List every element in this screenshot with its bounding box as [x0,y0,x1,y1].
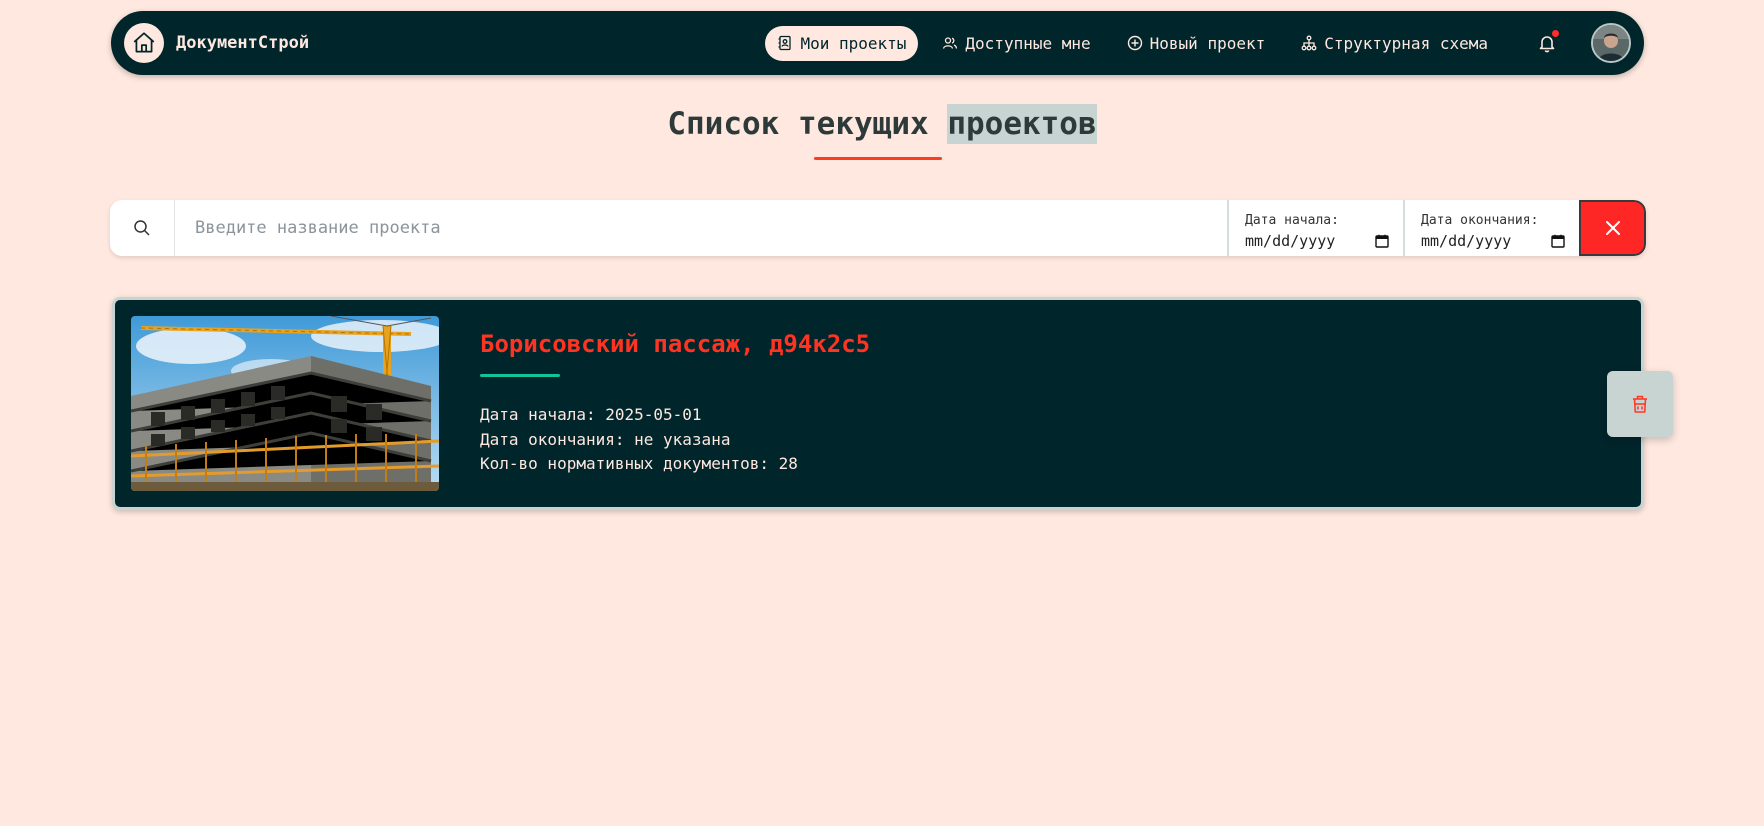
project-card[interactable]: Борисовский пассаж, д94к2с5 Дата начала:… [112,297,1644,510]
start-date-value: mm/dd/yyyy [1245,231,1336,250]
end-date-value: mm/dd/yyyy [1421,231,1512,250]
start-date-label: Дата начала: [1245,212,1339,228]
nav-item-new-project[interactable]: Новый проект [1115,26,1278,61]
project-start-date: Дата начала: 2025-05-01 [480,405,702,424]
page-title-text: Список текущих [667,106,929,142]
end-date-filter: Дата окончания: mm/dd/yyyy [1403,200,1579,256]
users-icon [943,37,958,49]
nav-item-my-projects[interactable]: Мои проекты [765,25,919,61]
page-title: Список текущих проектов [0,104,1764,144]
search-icon [110,200,175,256]
notifications-button[interactable] [1536,30,1559,54]
nav-item-label: Доступные мне [965,33,1091,53]
avatar[interactable] [1591,23,1631,63]
delete-project-button[interactable] [1607,371,1673,437]
main-nav: Мои проекты Доступные мне Новый проект С… [753,23,1631,63]
nav-item-shared[interactable]: Доступные мне [930,26,1102,61]
end-date-label: Дата окончания: [1421,212,1539,228]
brand[interactable]: ДокументСтрой [124,23,309,63]
project-filter-bar: Дата начала: mm/dd/yyyy Дата окончания: … [110,200,1646,256]
title-underline [814,157,942,160]
page-title-highlight: проектов [947,104,1097,144]
clear-filters-button[interactable] [1579,200,1646,256]
nav-item-structure-diagram[interactable]: Структурная схема [1289,26,1500,61]
project-end-date: Дата окончания: не указана [480,429,731,449]
project-info: Борисовский пассаж, д94к2с5 Дата начала:… [480,330,870,477]
start-date-input[interactable]: mm/dd/yyyy [1245,232,1389,250]
calendar-icon[interactable] [1551,234,1565,248]
nav-item-label: Мои проекты [800,33,907,53]
close-icon [1605,221,1620,235]
top-navbar: ДокументСтрой Мои проекты Доступные мне [111,11,1644,75]
start-date-filter: Дата начала: mm/dd/yyyy [1227,200,1403,256]
project-meta: Дата начала: 2025-05-01 Дата окончания: … [480,403,870,477]
project-docs-count: Кол-во нормативных документов: 28 [480,454,798,473]
home-icon[interactable] [124,23,164,63]
search-input[interactable] [175,200,1227,256]
sitemap-icon [1301,35,1317,51]
project-title-underline [480,374,560,377]
project-title[interactable]: Борисовский пассаж, д94к2с5 [480,330,870,358]
nav-item-label: Новый проект [1149,33,1266,53]
brand-name[interactable]: ДокументСтрой [176,33,309,53]
construction-site-photo [131,316,439,491]
contacts-book-icon [778,35,792,51]
end-date-input[interactable]: mm/dd/yyyy [1421,232,1565,250]
trash-icon [1633,395,1647,413]
notification-dot [1552,30,1559,37]
plus-circle-icon [1127,35,1142,51]
calendar-icon[interactable] [1375,234,1389,248]
nav-item-label: Структурная схема [1324,33,1488,53]
